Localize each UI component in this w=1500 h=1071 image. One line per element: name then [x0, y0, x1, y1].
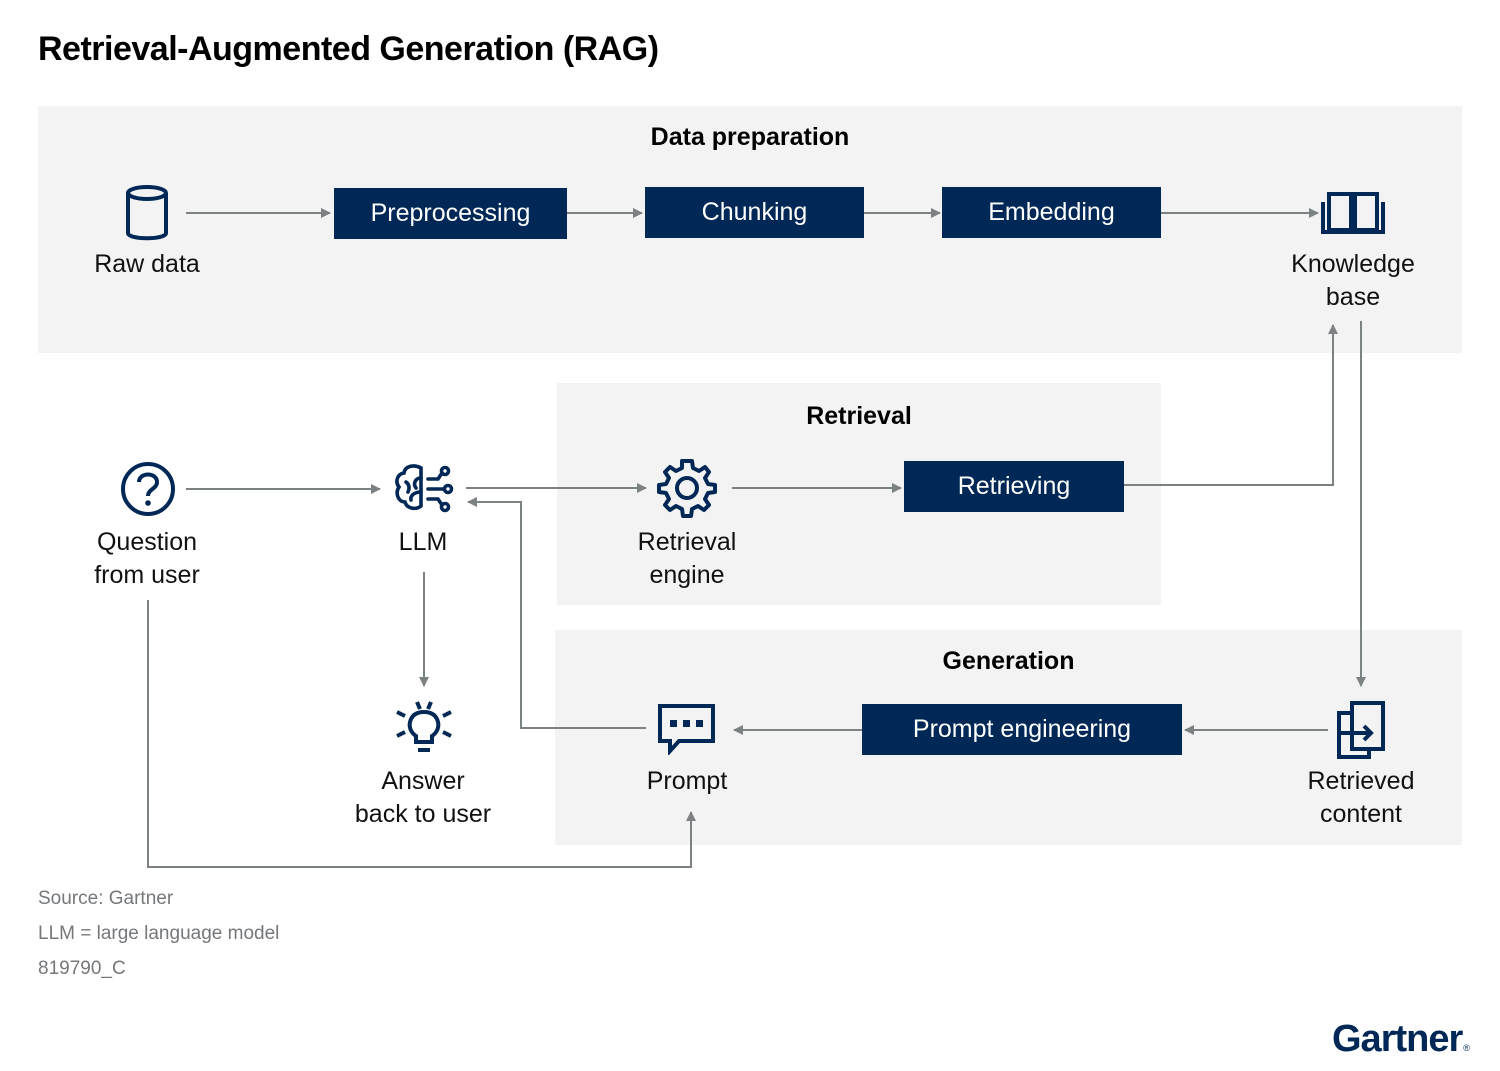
connector-layer [147, 208, 1366, 868]
answer-label: Answer back to user [355, 765, 491, 831]
embedding-step: Embedding [942, 187, 1161, 238]
gartner-logo: Gartner® [1332, 1018, 1470, 1061]
answer-label-line1: Answer [381, 767, 465, 795]
retrieved-content-label-line1: Retrieved [1307, 767, 1415, 795]
retrieved-content-label: Retrieved content [1308, 765, 1415, 831]
question-label-line1: Question [96, 528, 198, 556]
question-label-line2: from user [94, 561, 200, 589]
database-icon [126, 185, 168, 241]
knowledge-base-label: Knowledge base [1291, 248, 1415, 314]
prompt-engineering-step: Prompt engineering [862, 704, 1182, 755]
registered-mark: ® [1463, 1043, 1470, 1053]
llm-label: LLM [398, 528, 448, 556]
gartner-logo-text: Gartner [1332, 1018, 1463, 1060]
retrieved-content-label-line2: content [1319, 800, 1402, 828]
knowledge-base-label-line1: Knowledge [1291, 250, 1415, 278]
question-icon [121, 462, 175, 516]
chat-bubble-icon [658, 704, 715, 755]
arrow-retrieving-to-knowledge [1124, 324, 1338, 486]
figure-id: 819790_C [38, 958, 126, 979]
question-label: Question from user [94, 526, 200, 592]
document-transfer-icon [1337, 701, 1385, 759]
retrieval-engine-label: Retrieval engine [638, 526, 737, 592]
prompt-label: Prompt [646, 767, 728, 795]
abbreviation-note: LLM = large language model [38, 923, 280, 944]
retrieval-engine-label-line1: Retrieval [637, 528, 737, 556]
chunking-step: Chunking [645, 187, 864, 238]
gear-icon [657, 459, 717, 518]
source-note: Source: Gartner [38, 888, 174, 909]
knowledge-base-label-line2: base [1325, 283, 1381, 311]
retrieving-step: Retrieving [904, 461, 1124, 512]
answer-label-line2: back to user [354, 800, 492, 828]
raw-data-label: Raw data [94, 250, 200, 278]
retrieval-engine-label-line2: engine [649, 561, 725, 589]
book-icon [1321, 192, 1385, 234]
preprocessing-step: Preprocessing [334, 188, 567, 239]
lightbulb-icon [396, 701, 452, 752]
brain-circuit-icon [395, 464, 454, 513]
arrow-prompt-to-llm [467, 497, 646, 729]
